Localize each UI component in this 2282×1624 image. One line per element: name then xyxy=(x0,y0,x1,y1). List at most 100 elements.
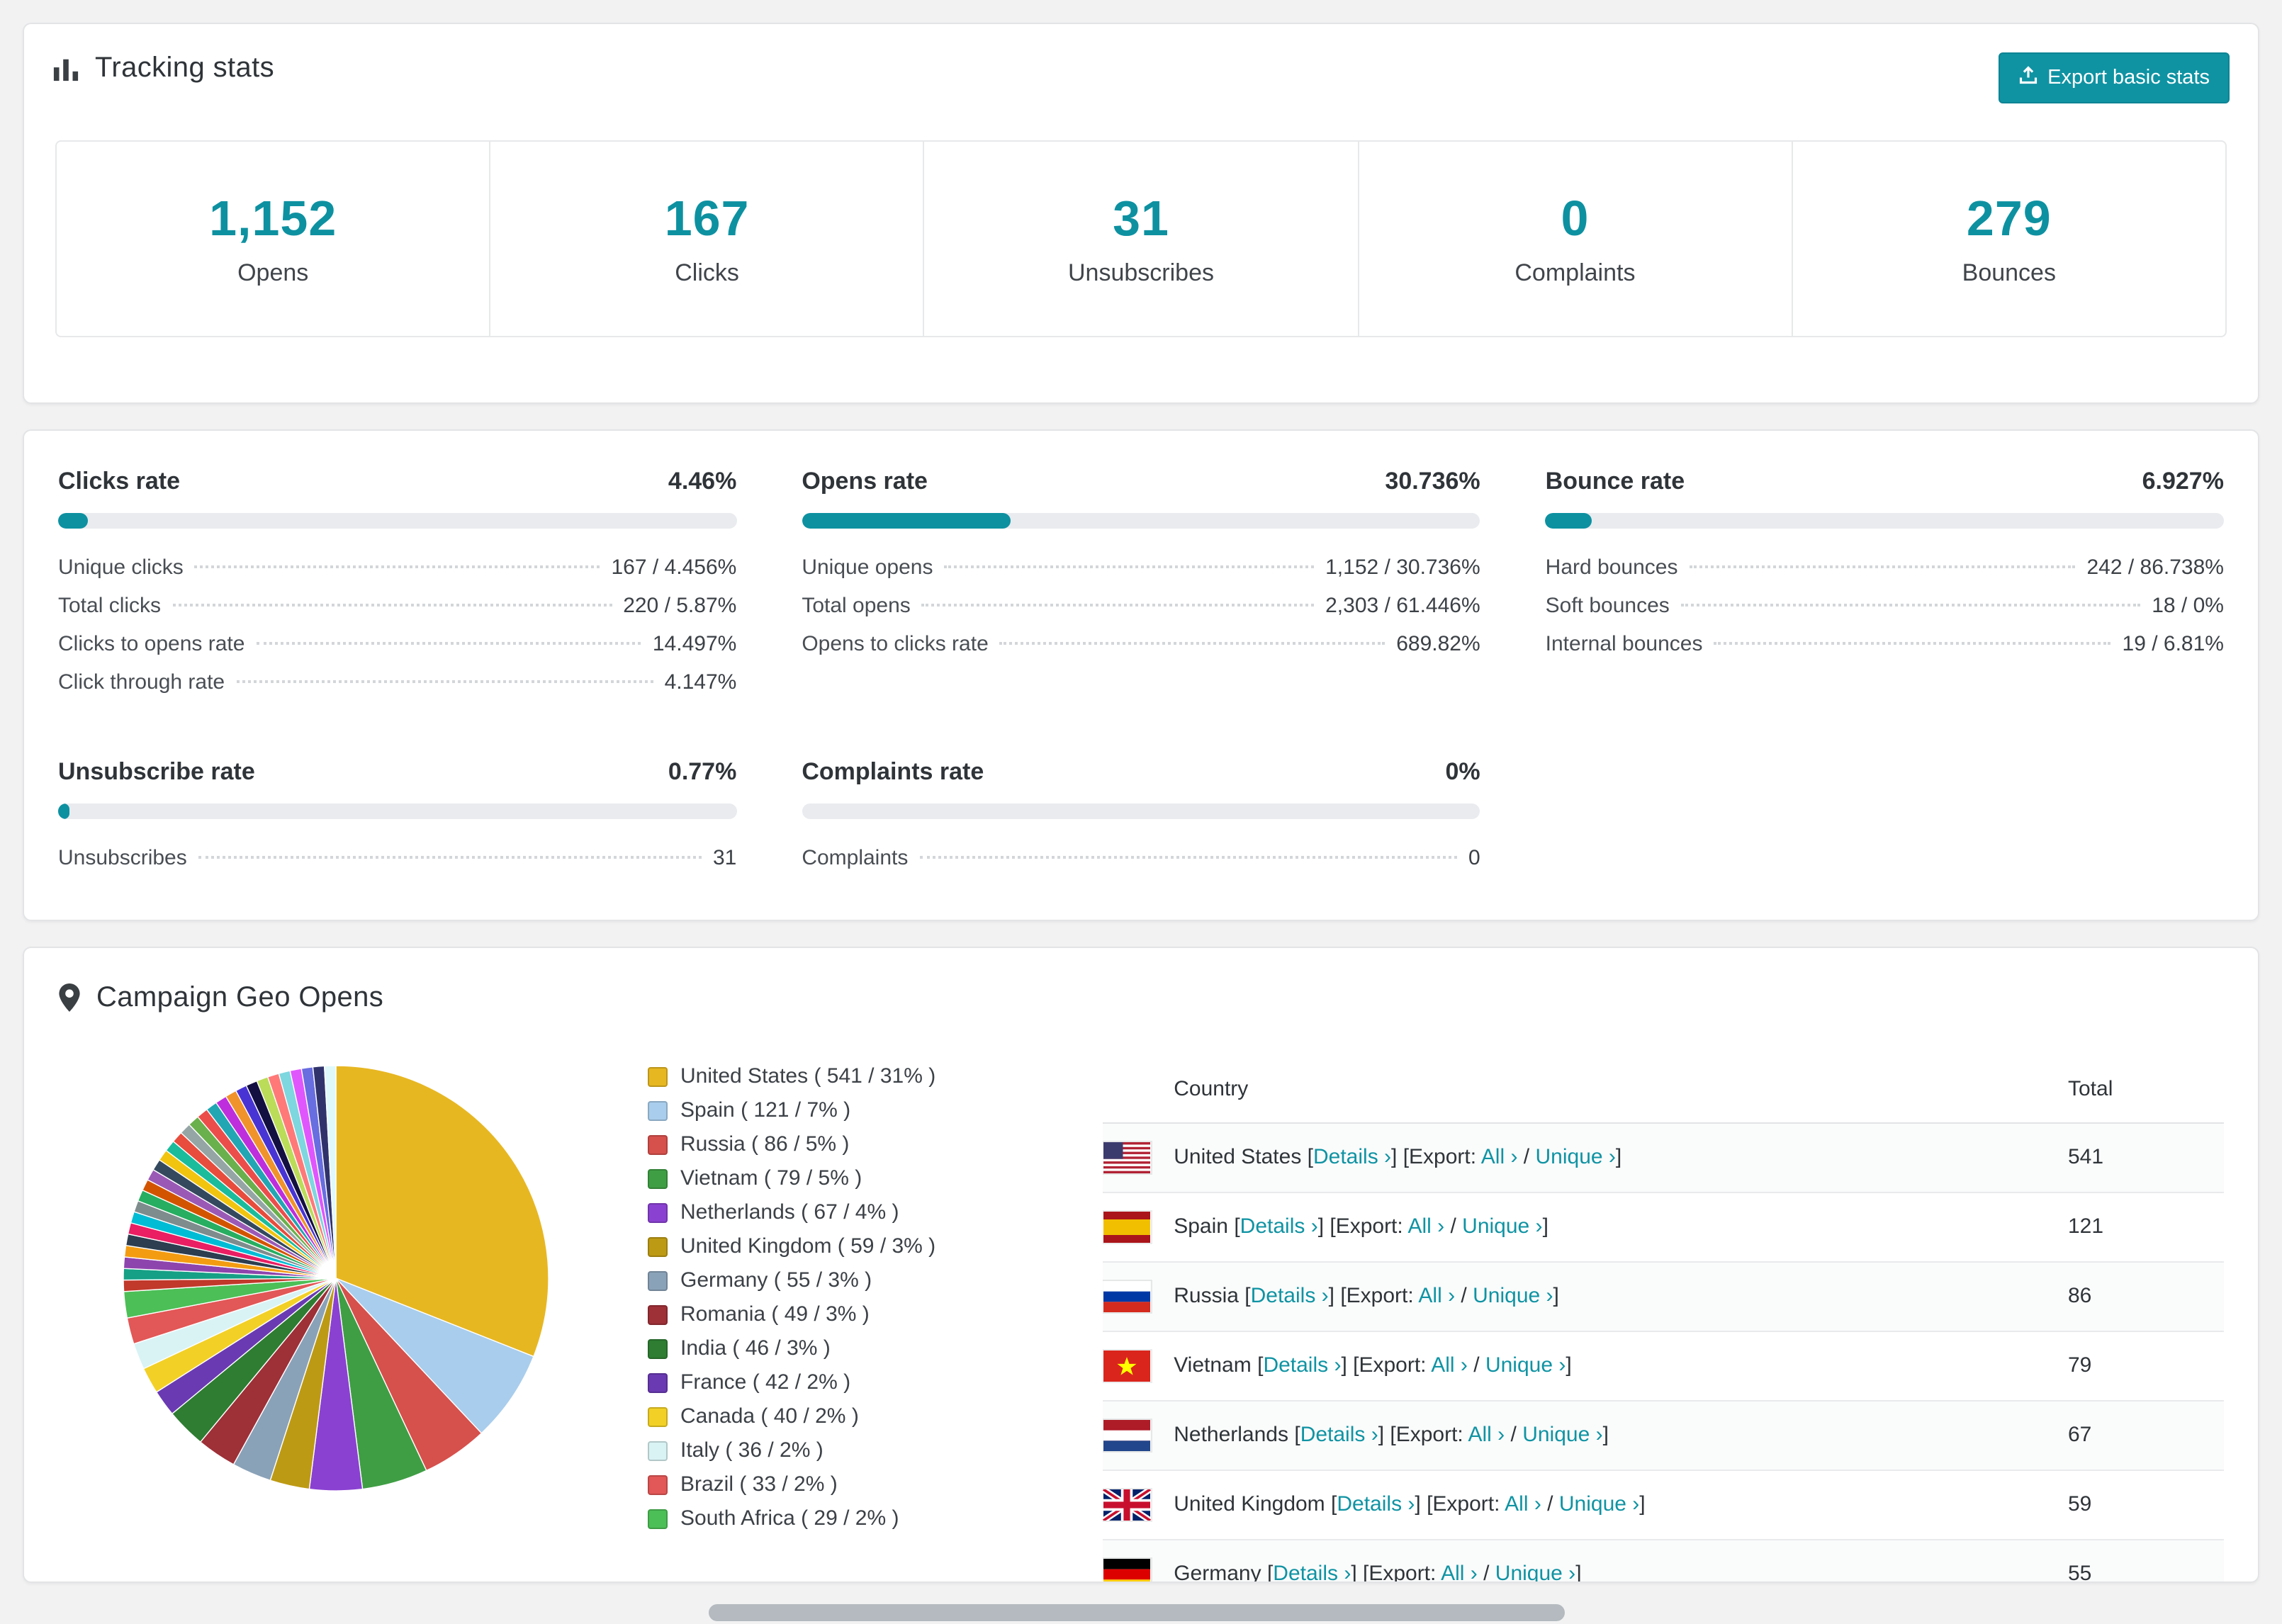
details-link[interactable]: Details › xyxy=(1273,1562,1351,1581)
legend-label: Italy ( 36 / 2% ) xyxy=(680,1438,824,1462)
rate-head: Opens rate 30.736% xyxy=(802,467,1480,495)
rate-stat-row: Clicks to opens rate 14.497% xyxy=(58,624,736,662)
rate-stat-row: Unsubscribes 31 xyxy=(58,838,736,876)
bracket-text: / xyxy=(1541,1492,1559,1516)
country-name: Netherlands xyxy=(1174,1423,1295,1447)
legend-swatch xyxy=(648,1372,668,1392)
rate-stat-value: 0 xyxy=(1468,845,1480,869)
export-all-link[interactable]: All › xyxy=(1441,1562,1478,1581)
total-cell: 67 xyxy=(2068,1423,2092,1447)
tracking-stats-card: Tracking stats Export basic stats 1,152 O… xyxy=(23,23,2259,403)
export-unique-link[interactable]: Unique › xyxy=(1485,1353,1566,1377)
total-cell: 79 xyxy=(2068,1353,2092,1377)
rates-grid: Clicks rate 4.46% Unique clicks 167 / 4.456… xyxy=(24,430,2258,919)
rate-panel-bounce-rate: Bounce rate 6.927% Hard bounces 242 / 86.73… xyxy=(1545,467,2224,701)
export-unique-link[interactable]: Unique › xyxy=(1559,1492,1639,1516)
rate-stat-value: 14.497% xyxy=(652,631,737,655)
rate-stat-row: Hard bounces 242 / 86.738% xyxy=(1546,548,2224,586)
country-cell: United States [Details ›] [Export: All ›… xyxy=(1151,1145,2068,1169)
flag-icon-gb xyxy=(1103,1489,1152,1520)
rate-stat-row: Unique opens 1,152 / 30.736% xyxy=(802,548,1480,586)
details-link[interactable]: Details › xyxy=(1313,1145,1391,1169)
rate-stat-row: Internal bounces 19 / 6.81% xyxy=(1546,624,2224,662)
progress-bar xyxy=(802,512,1480,528)
rate-stat-row: Total opens 2,303 / 61.446% xyxy=(802,586,1480,624)
rate-stat-row: Complaints 0 xyxy=(802,838,1480,876)
stats-strip: 1,152 Opens 167 Clicks 31 Unsubscribes 0 Compla… xyxy=(55,140,2227,337)
geo-legend: United States ( 541 / 31% ) Spain ( 121 /… xyxy=(648,1056,935,1535)
export-all-link[interactable]: All › xyxy=(1481,1145,1518,1169)
export-all-link[interactable]: All › xyxy=(1418,1284,1455,1308)
bracket-text: ] [Export: xyxy=(1317,1214,1408,1239)
progress-fill xyxy=(1545,512,1592,528)
stat-value: 167 xyxy=(664,191,750,247)
geo-opens-card: Campaign Geo Opens United States ( 541 /… xyxy=(23,946,2259,1582)
stat-complaints: 0 Complaints xyxy=(1359,142,1793,335)
table-row-gb: United Kingdom [Details ›] [Export: All … xyxy=(1103,1470,2224,1540)
rate-stat-row: Unique clicks 167 / 4.456% xyxy=(58,548,736,586)
legend-item-nl: Netherlands ( 67 / 4% ) xyxy=(648,1195,935,1229)
rate-stat-label: Click through rate xyxy=(58,670,225,694)
details-link[interactable]: Details › xyxy=(1240,1214,1318,1239)
country-name: Spain xyxy=(1174,1214,1235,1239)
rate-panel-opens-rate: Opens rate 30.736% Unique opens 1,152 / 30.… xyxy=(802,467,1480,701)
details-link[interactable]: Details › xyxy=(1263,1353,1341,1377)
tracking-stats-title: Tracking stats xyxy=(95,52,275,84)
export-unique-link[interactable]: Unique › xyxy=(1536,1145,1616,1169)
rate-stat-row: Soft bounces 18 / 0% xyxy=(1546,586,2224,624)
flag-icon-es xyxy=(1103,1211,1151,1242)
rate-value: 4.46% xyxy=(668,467,737,494)
stat-label: Bounces xyxy=(1962,259,2056,286)
details-link[interactable]: Details › xyxy=(1300,1423,1378,1447)
details-link[interactable]: Details › xyxy=(1337,1492,1415,1516)
bracket-text: / xyxy=(1467,1353,1485,1377)
rate-stat-value: 18 / 0% xyxy=(2152,593,2224,617)
dotted-leader xyxy=(172,603,612,606)
stat-value: 31 xyxy=(1113,191,1169,247)
progress-bar xyxy=(58,512,737,528)
total-cell: 541 xyxy=(2068,1145,2104,1169)
export-unique-link[interactable]: Unique › xyxy=(1522,1423,1602,1447)
rate-stat-label: Soft bounces xyxy=(1545,593,1670,617)
rate-title: Unsubscribe rate xyxy=(58,757,255,784)
dotted-leader xyxy=(236,680,653,682)
total-cell: 55 xyxy=(2068,1562,2092,1581)
stat-bounces: 279 Bounces xyxy=(1793,142,2225,335)
legend-label: Netherlands ( 67 / 4% ) xyxy=(680,1200,899,1224)
geo-pie-wrap xyxy=(115,1056,557,1506)
export-all-link[interactable]: All › xyxy=(1468,1423,1505,1447)
bracket-text: ] xyxy=(1602,1423,1609,1447)
flag-icon-us xyxy=(1103,1141,1151,1173)
export-all-link[interactable]: All › xyxy=(1407,1214,1444,1239)
rate-stat-label: Hard bounces xyxy=(1545,555,1678,579)
legend-label: France ( 42 / 2% ) xyxy=(680,1370,851,1394)
country-name: United Kingdom xyxy=(1174,1492,1332,1516)
export-all-link[interactable]: All › xyxy=(1505,1492,1541,1516)
rate-value: 0.77% xyxy=(668,757,737,784)
rate-title: Clicks rate xyxy=(58,467,180,494)
details-link[interactable]: Details › xyxy=(1251,1284,1329,1308)
export-unique-link[interactable]: Unique › xyxy=(1473,1284,1553,1308)
dotted-leader xyxy=(256,641,641,644)
bracket-text: / xyxy=(1477,1562,1495,1581)
horizontal-scrollbar-thumb[interactable] xyxy=(709,1604,1565,1621)
rate-stat-value: 2,303 / 61.446% xyxy=(1325,593,1480,617)
flag-icon-ru xyxy=(1103,1280,1151,1312)
rate-stat-value: 220 / 5.87% xyxy=(623,593,737,617)
country-cell: Germany [Details ›] [Export: All › / Uni… xyxy=(1151,1562,2068,1581)
stat-value: 1,152 xyxy=(209,191,337,247)
export-all-link[interactable]: All › xyxy=(1431,1353,1468,1377)
legend-swatch xyxy=(648,1236,668,1256)
export-unique-link[interactable]: Unique › xyxy=(1462,1214,1542,1239)
legend-label: Spain ( 121 / 7% ) xyxy=(680,1098,851,1122)
geo-title: Campaign Geo Opens xyxy=(96,981,384,1013)
geo-title-row: Campaign Geo Opens xyxy=(58,981,2224,1014)
export-basic-stats-button[interactable]: Export basic stats xyxy=(1998,52,2230,103)
rate-stat-row: Total clicks 220 / 5.87% xyxy=(58,586,736,624)
export-unique-link[interactable]: Unique › xyxy=(1495,1562,1575,1581)
stat-value: 0 xyxy=(1561,191,1590,247)
legend-item-de: Germany ( 55 / 3% ) xyxy=(648,1263,935,1297)
bracket-text: / xyxy=(1455,1284,1473,1308)
table-row-vn: Vietnam [Details ›] [Export: All › / Uni… xyxy=(1103,1331,2224,1401)
legend-swatch xyxy=(648,1270,668,1290)
